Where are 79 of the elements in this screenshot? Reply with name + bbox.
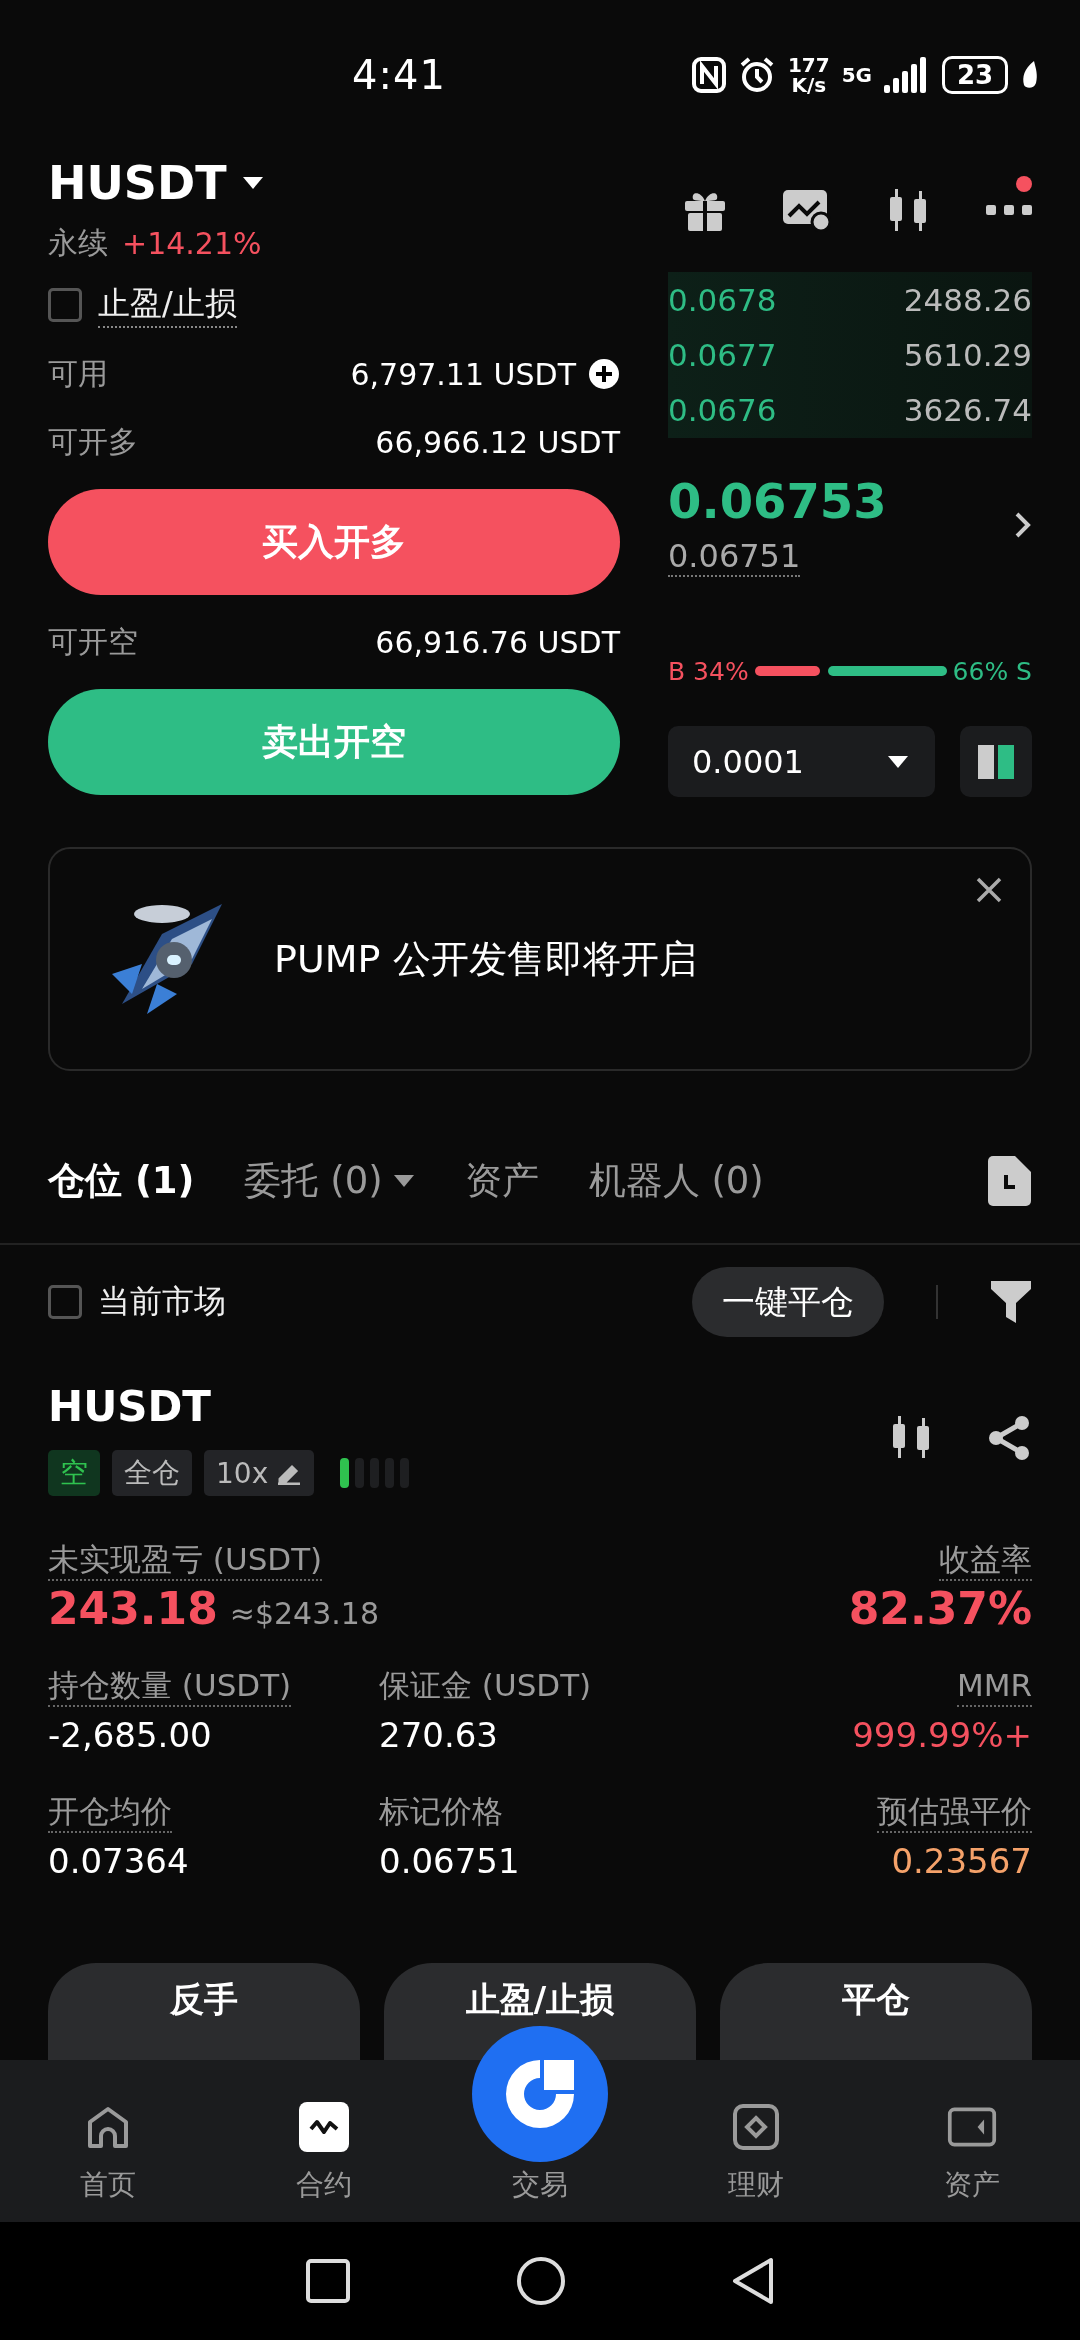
nfc-icon (691, 57, 726, 93)
chart-icon[interactable] (781, 188, 832, 232)
nav-item[interactable]: 合约 (216, 2060, 432, 2222)
battery-level: 23 (956, 60, 994, 90)
metric-label: 未实现盈亏 (USDT) (48, 1539, 323, 1581)
tick-size-select[interactable]: 0.0001 (668, 726, 935, 797)
metric-value: -2,685.00 (48, 1714, 212, 1757)
metric-label: MMR (956, 1665, 1032, 1707)
caret-icon (887, 754, 909, 769)
history-icon[interactable] (986, 1155, 1032, 1207)
last-price: 0.06753 (668, 473, 887, 529)
balance-label: 可开多 (48, 422, 138, 461)
mark-price: 0.06751 (668, 537, 801, 577)
nav-item[interactable]: 理财 (648, 2060, 864, 2222)
balance-label: 可开空 (48, 622, 138, 661)
position-symbol: HUSDT (48, 1381, 213, 1433)
order-amount: 5610.29 (903, 337, 1032, 373)
metric-value: 0.23567 (891, 1840, 1032, 1883)
nav-item[interactable]: 资产 (864, 2060, 1080, 2222)
checkbox-label: 止盈/止损 (98, 282, 237, 328)
share-icon[interactable] (986, 1414, 1032, 1462)
roe-value: 82.37% (848, 1585, 1032, 1633)
balance-label: 可用 (48, 354, 108, 393)
checkbox[interactable] (48, 1285, 82, 1319)
metric-value: 0.07364 (48, 1840, 189, 1883)
columns-icon (976, 742, 1016, 781)
network-type: 5G (841, 63, 872, 87)
metric-label: 保证金 (USDT) (379, 1666, 592, 1705)
order-price: 0.0677 (668, 337, 777, 373)
nav-item[interactable]: 交易 (432, 2166, 648, 2222)
sell-ratio: 66% S (952, 656, 1032, 686)
position-tag: 全仓 (112, 1450, 192, 1496)
home-button-icon[interactable] (516, 2256, 566, 2306)
banner-text: PUMP 公开发售即将开启 (274, 935, 697, 983)
price-change: +14.21% (122, 225, 262, 261)
checkbox-label: 当前市场 (98, 1281, 226, 1322)
balance-value: 66,916.76 USDT (375, 624, 620, 660)
status-time: 4:41 (352, 52, 446, 98)
contract-type: 永续 (48, 223, 108, 262)
order-amount: 3626.74 (903, 392, 1032, 429)
network-speed: 177 K/s (787, 55, 830, 95)
tab[interactable]: 机器人 (0) (588, 1156, 764, 1206)
metric-value: 270.63 (379, 1714, 498, 1757)
plus-icon[interactable] (588, 358, 620, 390)
caret-icon[interactable] (240, 175, 265, 191)
leverage-tag[interactable]: 10x (204, 1450, 315, 1496)
order-amount: 2488.26 (903, 281, 1032, 318)
back-icon[interactable] (731, 2256, 775, 2306)
tab[interactable]: 仓位 (1) (48, 1156, 195, 1206)
balance-value: 6,797.11 USDT (350, 356, 576, 392)
metric-label: 持仓数量 (USDT) (48, 1665, 292, 1707)
metric-label: 开仓均价 (48, 1791, 172, 1833)
leaf-icon (1020, 59, 1040, 91)
recent-apps-icon[interactable] (305, 2258, 351, 2304)
chevron-right-icon[interactable] (1014, 511, 1032, 539)
close-all-button[interactable]: 一键平仓 (692, 1267, 884, 1337)
filter-icon[interactable] (990, 1279, 1032, 1325)
position-tag: 空 (48, 1450, 100, 1496)
metric-label: 标记价格 (379, 1792, 503, 1831)
buy-ratio: B 34% (668, 656, 749, 686)
balance-value: 66,966.12 USDT (375, 424, 620, 460)
nav-item[interactable]: 首页 (0, 2060, 216, 2222)
checkbox[interactable] (48, 288, 82, 322)
metric-value: 999.99%+ (852, 1714, 1032, 1757)
pnl-usd: ≈$243.18 (229, 1596, 379, 1631)
metric-label: 收益率 (939, 1539, 1032, 1581)
layout-button[interactable] (960, 726, 1032, 797)
position-action-button[interactable]: 反手 (48, 1963, 360, 2060)
metric-label: 预估强平价 (877, 1791, 1032, 1833)
more-icon[interactable] (986, 203, 1032, 217)
pnl-value: 243.18 (48, 1585, 218, 1633)
position-action-button[interactable]: 平仓 (720, 1963, 1032, 2060)
market-symbol: HUSDT (48, 156, 227, 210)
metric-value: 0.06751 (379, 1840, 520, 1883)
position-action-button[interactable]: 止盈/止损 (384, 1963, 696, 2060)
order-price: 0.0678 (668, 281, 777, 318)
tab[interactable]: 委托 (0) (244, 1156, 415, 1206)
tab[interactable]: 资产 (464, 1156, 539, 1206)
order-price: 0.0676 (668, 392, 777, 429)
